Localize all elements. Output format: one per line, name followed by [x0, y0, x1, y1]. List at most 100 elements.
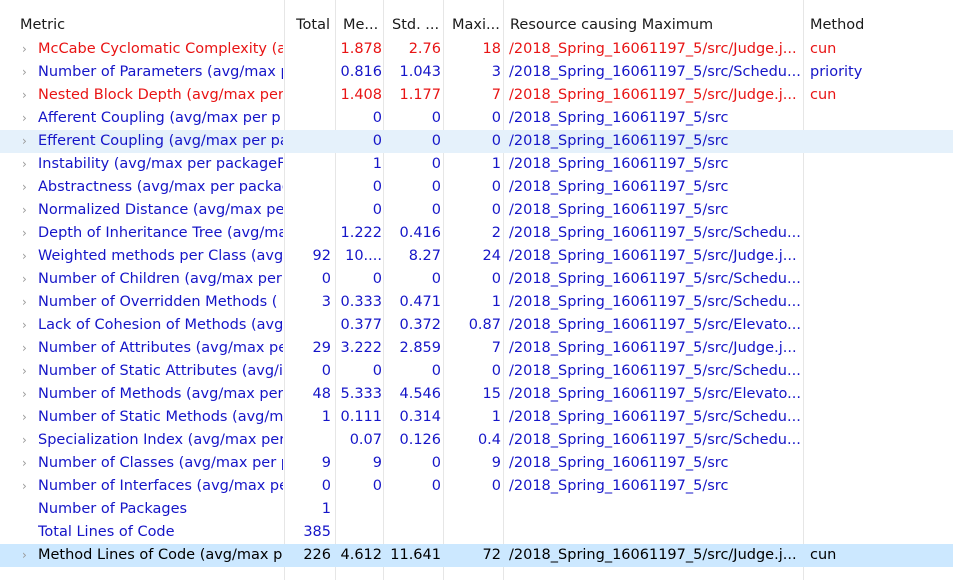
- std-dev-cell: [384, 498, 441, 521]
- table-row[interactable]: › Number of Children (avg/max per 0 0 0 0/201…: [0, 268, 953, 291]
- maximum-cell: 9: [491, 455, 501, 471]
- metric-name-cell: Instability (avg/max per packageFi: [38, 156, 283, 172]
- resource-cell: /2018_Spring_16061197_5/src/Schedu...: [509, 409, 801, 425]
- maximum-cell: 1: [491, 409, 501, 425]
- mean-cell: 9: [372, 455, 382, 471]
- expand-chevron-icon[interactable]: ›: [22, 84, 32, 107]
- resource-cell: /2018_Spring_16061197_5/src/Judge.j...: [509, 340, 797, 356]
- expand-chevron-icon[interactable]: ›: [22, 452, 32, 475]
- expand-chevron-icon[interactable]: ›: [22, 107, 32, 130]
- method-cell: cun: [810, 547, 837, 563]
- table-row[interactable]: › Number of Methods (avg/max per 48 5.333 4.…: [0, 383, 953, 406]
- mean-cell: 4.612: [340, 547, 382, 563]
- mean-cell: 0: [372, 478, 382, 494]
- std-dev-cell: 0.314: [399, 409, 441, 425]
- expand-chevron-icon[interactable]: ›: [22, 222, 32, 245]
- mean-cell: 5.333: [340, 386, 382, 402]
- expand-chevron-icon[interactable]: ›: [22, 130, 32, 153]
- expand-chevron-icon[interactable]: ›: [22, 291, 32, 314]
- expand-chevron-icon[interactable]: ›: [22, 268, 32, 291]
- expand-chevron-icon[interactable]: ›: [22, 199, 32, 222]
- resource-cell: [509, 521, 802, 544]
- total-cell: [286, 199, 331, 222]
- method-cell: [810, 199, 950, 222]
- metric-name-cell: Normalized Distance (avg/max pe: [38, 202, 283, 218]
- expand-chevron-icon[interactable]: ›: [22, 176, 32, 199]
- metric-name-cell: Lack of Cohesion of Methods (avg: [38, 317, 283, 333]
- std-dev-cell: 4.546: [399, 386, 441, 402]
- expand-chevron-icon[interactable]: ›: [22, 360, 32, 383]
- mean-cell: 0: [372, 363, 382, 379]
- method-cell: [810, 429, 950, 452]
- metric-name-cell: Number of Overridden Methods (: [38, 294, 278, 310]
- table-row[interactable]: › Depth of Inheritance Tree (avg/ma 1.222 0…: [0, 222, 953, 245]
- column-header-method[interactable]: Method: [810, 12, 950, 38]
- table-row[interactable]: › Number of Static Methods (avg/m 1 0.111 0.…: [0, 406, 953, 429]
- method-cell: [810, 130, 950, 153]
- expand-chevron-icon[interactable]: ›: [22, 429, 32, 452]
- table-row[interactable]: › Specialization Index (avg/max per 0.07 0.…: [0, 429, 953, 452]
- metric-name-cell: Number of Children (avg/max per: [38, 271, 282, 287]
- maximum-cell: 0: [491, 110, 501, 126]
- mean-cell: 0.816: [340, 64, 382, 80]
- expand-chevron-icon[interactable]: ›: [22, 475, 32, 498]
- table-row[interactable]: › Normalized Distance (avg/max pe 0 0 0/2018…: [0, 199, 953, 222]
- total-cell: [286, 61, 331, 84]
- table-row[interactable]: › Abstractness (avg/max per packag 0 0 0/201…: [0, 176, 953, 199]
- expand-chevron-icon[interactable]: ›: [22, 544, 32, 567]
- resource-cell: /2018_Spring_16061197_5/src/Judge.j...: [509, 87, 797, 103]
- table-row[interactable]: › Nested Block Depth (avg/max per 1.408 1.1…: [0, 84, 953, 107]
- table-row[interactable]: › Number of Overridden Methods (3 0.333 0.4…: [0, 291, 953, 314]
- resource-cell: [509, 498, 802, 521]
- std-dev-cell: 11.641: [390, 547, 441, 563]
- table-row[interactable]: › Method Lines of Code (avg/max p 226 4.612…: [0, 544, 953, 567]
- maximum-cell: 1: [491, 294, 501, 310]
- table-row[interactable]: › Number of Attributes (avg/max pe 29 3.222…: [0, 337, 953, 360]
- table-row[interactable]: Total Lines of Code 385: [0, 521, 953, 544]
- expand-chevron-icon[interactable]: ›: [22, 383, 32, 406]
- column-header-total[interactable]: Total: [286, 12, 330, 38]
- column-header-maximum[interactable]: Maxi...: [452, 12, 502, 38]
- mean-cell: 0.07: [349, 432, 382, 448]
- maximum-cell: 0: [491, 478, 501, 494]
- method-cell: [810, 475, 950, 498]
- table-row[interactable]: › Number of Static Attributes (avg/i 0 0 0 0 /…: [0, 360, 953, 383]
- resource-cell: /2018_Spring_16061197_5/src/Judge.j...: [509, 248, 797, 264]
- expand-chevron-icon[interactable]: ›: [22, 314, 32, 337]
- expand-chevron-icon[interactable]: ›: [22, 61, 32, 84]
- metric-name-cell: Weighted methods per Class (avg: [38, 248, 283, 264]
- method-cell: [810, 314, 950, 337]
- column-header-mean[interactable]: Me...: [343, 12, 382, 38]
- metric-name-cell: Number of Attributes (avg/max pe: [38, 340, 283, 356]
- expand-chevron-icon[interactable]: ›: [22, 153, 32, 176]
- maximum-cell: 24: [482, 248, 501, 264]
- mean-cell: 0: [372, 202, 382, 218]
- table-row[interactable]: › Lack of Cohesion of Methods (avg 0.377 0.…: [0, 314, 953, 337]
- table-row[interactable]: › Efferent Coupling (avg/max per pa 0 0 0/20…: [0, 130, 953, 153]
- metric-name-cell: Nested Block Depth (avg/max per: [38, 87, 283, 103]
- expand-chevron-icon[interactable]: ›: [22, 38, 32, 61]
- total-cell: 0: [321, 363, 331, 379]
- column-header-std-dev[interactable]: Std. ...: [392, 12, 442, 38]
- table-row[interactable]: › Number of Parameters (avg/max p 0.816 1.0…: [0, 61, 953, 84]
- expand-chevron-icon[interactable]: ›: [22, 245, 32, 268]
- std-dev-cell: 0: [431, 271, 441, 287]
- table-row[interactable]: › Weighted methods per Class (avg 92 10....…: [0, 245, 953, 268]
- method-cell: [810, 337, 950, 360]
- table-row[interactable]: › Afferent Coupling (avg/max per p 0 0 0/201…: [0, 107, 953, 130]
- resource-cell: /2018_Spring_16061197_5/src/Elevato...: [509, 386, 802, 402]
- table-row[interactable]: › Number of Classes (avg/max per p 9 9 0 9/20…: [0, 452, 953, 475]
- metric-name-cell: Number of Classes (avg/max per p: [38, 455, 283, 471]
- expand-chevron-icon[interactable]: ›: [22, 406, 32, 429]
- expand-chevron-icon[interactable]: ›: [22, 337, 32, 360]
- column-header-resource[interactable]: Resource causing Maximum: [510, 12, 802, 38]
- resource-cell: /2018_Spring_16061197_5/src: [509, 455, 729, 471]
- std-dev-cell: 1.043: [399, 64, 441, 80]
- mean-cell: 0.377: [340, 317, 382, 333]
- column-header-metric[interactable]: Metric: [20, 12, 282, 38]
- table-row[interactable]: › Number of Interfaces (avg/max pe 0 0 0 0/20…: [0, 475, 953, 498]
- table-row[interactable]: › Instability (avg/max per packageFi 1 0 1/2…: [0, 153, 953, 176]
- maximum-cell: 0: [491, 271, 501, 287]
- table-row[interactable]: › McCabe Cyclomatic Complexity (a 1.878 2.7…: [0, 38, 953, 61]
- table-row[interactable]: Number of Packages 1: [0, 498, 953, 521]
